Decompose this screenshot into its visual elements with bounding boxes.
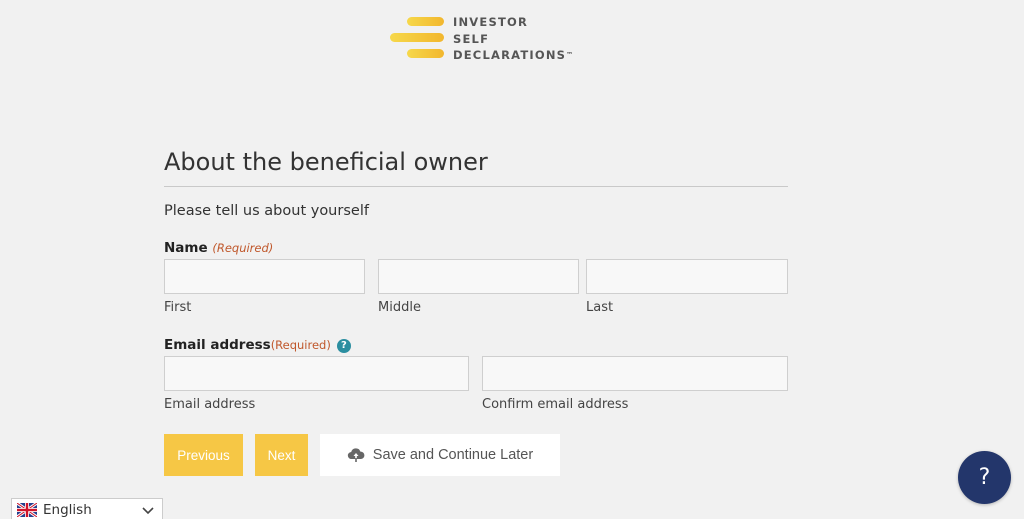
- first-name-input[interactable]: [164, 259, 365, 294]
- last-name-sublabel: Last: [586, 300, 614, 315]
- middle-name-sublabel: Middle: [378, 300, 421, 315]
- logo-line-3-text: DECLARATIONS: [453, 48, 567, 62]
- logo-wordmark: INVESTOR SELF DECLARATIONS™: [453, 14, 573, 64]
- save-and-continue-later-button[interactable]: Save and Continue Later: [320, 434, 560, 476]
- name-field-label: Name (Required): [164, 240, 273, 256]
- confirm-email-sublabel: Confirm email address: [482, 397, 629, 412]
- save-and-continue-later-label: Save and Continue Later: [372, 447, 534, 463]
- logo-trademark: ™: [566, 51, 574, 59]
- previous-button[interactable]: Previous: [164, 434, 243, 476]
- page-title: About the beneficial owner: [164, 148, 488, 176]
- intro-text: Please tell us about yourself: [164, 203, 369, 219]
- uk-flag-icon: [17, 503, 37, 517]
- logo-line-1: INVESTOR: [453, 15, 529, 29]
- name-label: Name: [164, 240, 208, 256]
- cloud-upload-icon: [347, 448, 365, 462]
- language-selector[interactable]: English: [11, 498, 163, 519]
- language-label: English: [43, 502, 92, 518]
- logo-bar: [390, 33, 444, 42]
- heading-divider: [164, 186, 788, 187]
- brand-logo[interactable]: INVESTOR SELF DECLARATIONS™: [390, 14, 573, 64]
- email-sublabel: Email address: [164, 397, 256, 412]
- confirm-email-input[interactable]: [482, 356, 788, 391]
- next-button[interactable]: Next: [255, 434, 308, 476]
- logo-bar: [407, 17, 444, 26]
- help-bubble-label: ?: [978, 465, 991, 490]
- logo-line-2: SELF: [453, 31, 490, 46]
- email-label: Email address: [164, 337, 271, 353]
- first-name-sublabel: First: [164, 300, 192, 315]
- name-required-indicator: (Required): [212, 241, 274, 255]
- help-chat-button[interactable]: ?: [958, 451, 1011, 504]
- email-field-label: Email address(Required)?: [164, 337, 351, 353]
- logo-line-3: DECLARATIONS™: [453, 47, 573, 64]
- logo-bars-icon: [390, 17, 446, 61]
- last-name-input[interactable]: [586, 259, 788, 294]
- chevron-down-icon: [142, 507, 154, 515]
- email-input[interactable]: [164, 356, 469, 391]
- logo-bar: [407, 49, 444, 58]
- question-circle-icon[interactable]: ?: [336, 339, 351, 353]
- page: INVESTOR SELF DECLARATIONS™ About the be…: [0, 0, 1024, 519]
- email-required-indicator: (Required): [270, 338, 331, 352]
- middle-name-input[interactable]: [378, 259, 579, 294]
